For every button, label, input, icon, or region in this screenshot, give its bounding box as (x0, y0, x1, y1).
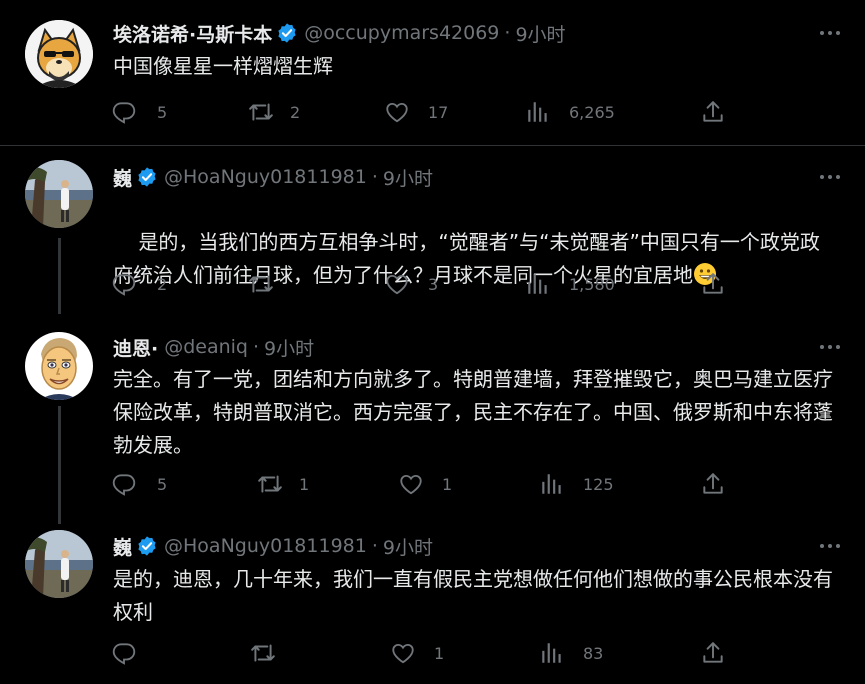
retweet-count: 2 (290, 102, 301, 122)
cartoon-man-avatar[interactable] (25, 332, 93, 400)
tweet-header: 巍 @HoaNguy01811981 · 9小时 (113, 533, 433, 559)
retweet-button[interactable]: 1 (257, 469, 309, 499)
tweet-4[interactable]: 巍 @HoaNguy01811981 · 9小时 是的，迪恩，几十年来，我们一直… (0, 516, 865, 684)
views-button[interactable]: 125 (539, 469, 614, 499)
heart-icon (398, 471, 424, 497)
tweet-text: 中国像星星一样熠熠生辉 (113, 54, 333, 78)
reply-icon (111, 271, 137, 297)
share-icon (700, 271, 726, 297)
share-icon (700, 99, 726, 125)
photo-avatar[interactable] (25, 160, 93, 228)
like-button[interactable]: 3 (384, 269, 438, 299)
tweet-actions: 5 1 1 125 (111, 469, 731, 499)
like-button[interactable]: 1 (398, 469, 452, 499)
views-chart-icon (525, 99, 551, 125)
view-count: 1,580 (569, 274, 615, 294)
view-count: 83 (583, 643, 604, 663)
display-name[interactable]: 迪恩· (113, 334, 158, 361)
tweet-actions: 2 3 1,580 (111, 269, 731, 299)
reply-icon (111, 640, 137, 666)
photo-avatar[interactable] (25, 530, 93, 598)
reply-count: 5 (157, 102, 168, 122)
tweet-2[interactable]: 巍 @HoaNguy01811981 · 9小时 是的，当我们的西方互相争斗时，… (0, 146, 865, 316)
more-options-icon[interactable] (817, 22, 843, 44)
verified-badge-icon (276, 22, 298, 44)
reply-button[interactable]: 5 (111, 469, 167, 499)
separator-dot: · (253, 336, 260, 358)
views-button[interactable]: 83 (539, 638, 603, 668)
share-button[interactable] (700, 638, 726, 668)
tweet-3[interactable]: 迪恩· @deaniq · 9小时 完全。有了一党，团结和方向就多了。特朗普建墙… (0, 316, 865, 516)
heart-icon (384, 99, 410, 125)
separator-dot: · (504, 22, 511, 44)
user-handle[interactable]: @deaniq (164, 336, 248, 358)
retweet-icon (257, 471, 283, 497)
retweet-button[interactable] (250, 638, 294, 668)
views-chart-icon (539, 640, 565, 666)
views-chart-icon (525, 271, 551, 297)
tweet-1[interactable]: 埃洛诺希·马斯卡本 @occupymars42069 · 9小时 中国像星星一样… (0, 0, 865, 146)
timestamp[interactable]: 9小时 (264, 334, 314, 361)
retweet-icon (250, 640, 276, 666)
retweet-icon (248, 271, 274, 297)
display-name[interactable]: 巍 (113, 533, 132, 560)
tweet-header: 埃洛诺希·马斯卡本 @occupymars42069 · 9小时 (113, 20, 566, 46)
like-button[interactable]: 17 (384, 97, 448, 127)
user-handle[interactable]: @occupymars42069 (304, 22, 499, 44)
reply-count: 5 (157, 474, 168, 494)
verified-badge-icon (136, 535, 158, 557)
like-button[interactable]: 1 (390, 638, 444, 668)
tweet-actions: 1 83 (111, 638, 731, 668)
heart-icon (390, 640, 416, 666)
like-count: 17 (428, 102, 449, 122)
like-count: 1 (434, 643, 445, 663)
verified-badge-icon (136, 166, 158, 188)
views-chart-icon (539, 471, 565, 497)
views-button[interactable]: 1,580 (525, 269, 615, 299)
timestamp[interactable]: 9小时 (383, 164, 433, 191)
like-count: 1 (442, 474, 453, 494)
share-button[interactable] (700, 269, 726, 299)
view-count: 6,265 (569, 102, 615, 122)
tweet-actions: 5 2 17 6,265 (111, 97, 731, 127)
share-button[interactable] (700, 469, 726, 499)
timestamp[interactable]: 9小时 (383, 533, 433, 560)
display-name[interactable]: 埃洛诺希·马斯卡本 (113, 20, 272, 47)
share-icon (700, 640, 726, 666)
user-handle[interactable]: @HoaNguy01811981 (164, 166, 367, 188)
retweet-button[interactable]: 2 (248, 97, 300, 127)
reply-count: 2 (157, 274, 168, 294)
heart-icon (384, 271, 410, 297)
reply-button[interactable]: 2 (111, 269, 167, 299)
retweet-icon (248, 99, 274, 125)
view-count: 125 (583, 474, 614, 494)
display-name[interactable]: 巍 (113, 164, 132, 191)
share-icon (700, 471, 726, 497)
reply-button[interactable]: 5 (111, 97, 167, 127)
reply-icon (111, 471, 137, 497)
separator-dot: · (371, 535, 378, 557)
more-options-icon[interactable] (817, 166, 843, 188)
tweet-text: 完全。有了一党，团结和方向就多了。特朗普建墙，拜登摧毁它，奥巴马建立医疗保险改革… (113, 367, 833, 457)
tweet-text-wrap: 是的，当我们的西方互相争斗时，“觉醒者”与“未觉醒者”中国只有一个政党政府统治人… (113, 193, 838, 325)
share-button[interactable] (700, 97, 726, 127)
retweet-count: 1 (299, 474, 310, 494)
separator-dot: · (371, 166, 378, 188)
like-count: 3 (428, 274, 439, 294)
tweet-text: 是的，迪恩，几十年来，我们一直有假民主党想做任何他们想做的事公民根本没有权利 (113, 567, 833, 624)
shiba-dog-avatar[interactable] (25, 20, 93, 88)
tweet-header: 迪恩· @deaniq · 9小时 (113, 334, 314, 360)
timestamp[interactable]: 9小时 (515, 20, 565, 47)
user-handle[interactable]: @HoaNguy01811981 (164, 535, 367, 557)
retweet-button[interactable] (248, 269, 292, 299)
more-options-icon[interactable] (817, 535, 843, 557)
views-button[interactable]: 6,265 (525, 97, 615, 127)
reply-icon (111, 99, 137, 125)
more-options-icon[interactable] (817, 336, 843, 358)
tweet-header: 巍 @HoaNguy01811981 · 9小时 (113, 164, 433, 190)
reply-button[interactable] (111, 638, 155, 668)
